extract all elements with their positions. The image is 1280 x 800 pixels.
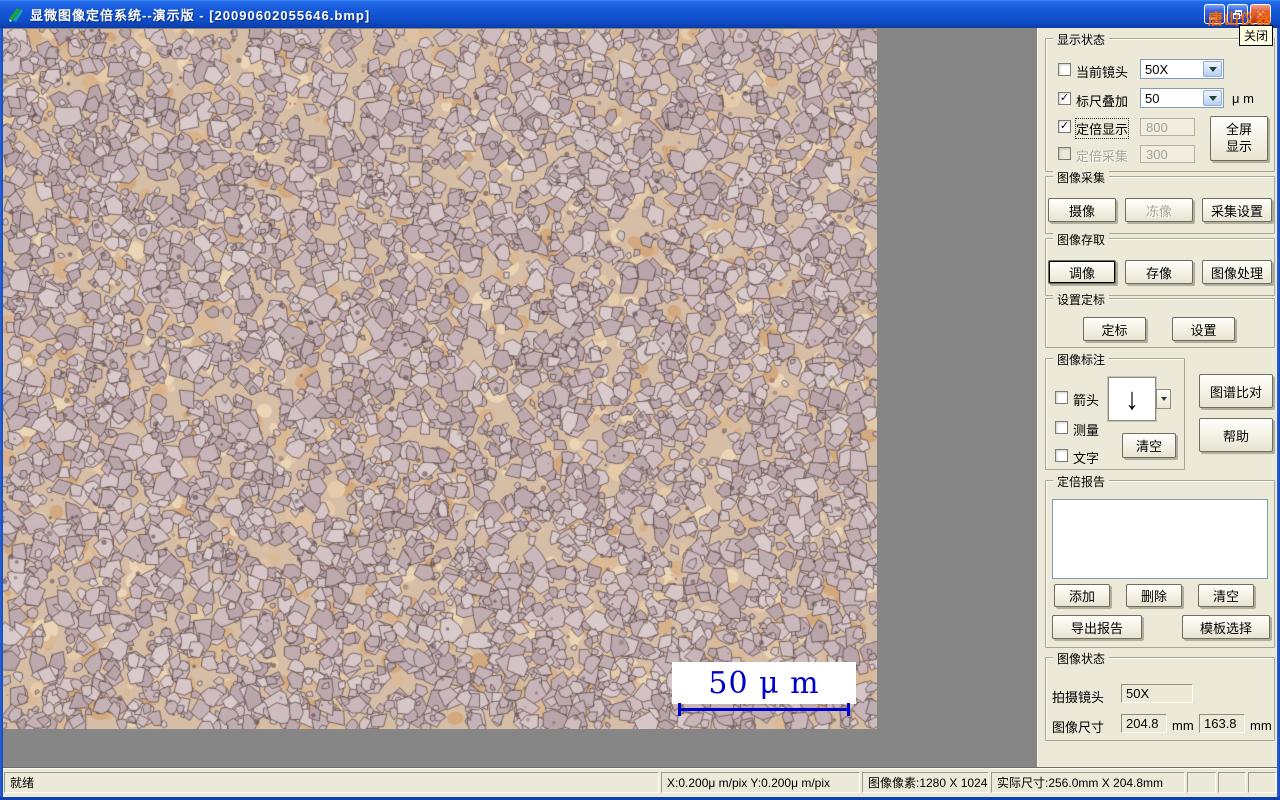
arrow-style-preview[interactable]: ↓ [1108,377,1156,421]
label-fixed-capture: 定倍采集 [1076,149,1129,164]
calibrate-button[interactable]: 定标 [1083,317,1146,341]
micrograph-image[interactable] [3,29,877,729]
capture-settings-button[interactable]: 采集设置 [1202,198,1272,222]
scale-bar-label: 50 μ m [708,665,820,701]
group-report-legend: 定倍报告 [1053,473,1110,490]
scale-bar-line [678,703,850,716]
checkbox-fixed-display[interactable]: ✓ [1058,120,1071,133]
atlas-compare-button[interactable]: 图谱比对 [1199,374,1273,408]
checkbox-measure[interactable] [1055,421,1068,434]
title-bar[interactable]: 显微图像定倍系统--演示版 - [20090602055646.bmp] × 唐… [0,0,1280,28]
export-report-button[interactable]: 导出报告 [1052,615,1142,639]
label-image-size: 图像尺寸 [1052,720,1105,735]
restore-icon [1232,9,1243,19]
field-image-width: 204.8 [1121,714,1167,733]
group-storage-legend: 图像存取 [1053,231,1110,248]
label-shooting-lens: 拍摄镜头 [1052,690,1105,705]
status-bar: 就绪 X:0.200μ m/pix Y:0.200μ m/pix 图像像素:12… [3,768,1277,798]
micrograph-viewport[interactable]: 50 μ m [3,29,877,729]
field-image-height: 163.8 [1199,714,1245,733]
label-arrow: 箭头 [1073,393,1100,408]
minimize-icon [1209,17,1217,20]
checkbox-arrow[interactable] [1055,391,1068,404]
status-spare-2 [1218,772,1246,793]
close-button[interactable]: × [1250,4,1271,24]
chevron-down-icon [1160,397,1167,401]
annotation-clear-button[interactable]: 清空 [1122,433,1176,458]
edit-fixed-display: 800 [1140,118,1195,136]
close-icon: × [1256,6,1265,22]
group-image-status-legend: 图像状态 [1053,650,1110,667]
chevron-down-icon[interactable] [1203,61,1222,77]
label-fixed-display: 定倍显示 [1074,118,1130,139]
report-add-button[interactable]: 添加 [1054,584,1110,607]
close-tooltip: 关闭 [1239,25,1274,46]
group-display-status-legend: 显示状态 [1053,31,1110,48]
report-delete-button[interactable]: 删除 [1126,584,1182,607]
label-ruler-unit: μ m [1232,91,1254,106]
status-ready: 就绪 [4,772,659,793]
combo-ruler-value[interactable]: 50 [1140,88,1224,108]
label-width-unit: mm [1172,718,1194,733]
group-calibration: 设置定标 定标 设置 [1045,291,1275,348]
checkbox-ruler-overlay[interactable]: ✓ [1058,92,1071,105]
minimize-button[interactable] [1204,4,1225,24]
checkbox-text[interactable] [1055,449,1068,462]
report-listbox[interactable] [1052,499,1268,579]
shoot-button[interactable]: 摄像 [1048,198,1116,222]
freeze-button: 冻像 [1125,198,1193,222]
window-border-left [0,28,3,800]
window-title: 显微图像定倍系统--演示版 - [20090602055646.bmp] [30,8,371,23]
combo-current-lens-value: 50X [1145,61,1169,77]
application-window: 显微图像定倍系统--演示版 - [20090602055646.bmp] × 唐… [0,0,1280,800]
chevron-down-icon[interactable] [1203,90,1222,106]
status-spare-1 [1187,772,1216,793]
save-image-button[interactable]: 存像 [1125,260,1193,284]
scale-bar-label-box: 50 μ m [672,662,856,704]
report-clear-button[interactable]: 清空 [1198,584,1254,607]
edit-fixed-capture: 300 [1140,145,1195,163]
image-process-button[interactable]: 图像处理 [1202,260,1272,284]
label-ruler-overlay: 标尺叠加 [1076,94,1129,109]
checkmark: ✓ [1059,92,1070,104]
group-capture: 图像采集 摄像 冻像 采集设置 [1045,169,1275,234]
checkmark: ✓ [1059,120,1070,132]
label-current-lens: 当前镜头 [1076,65,1129,80]
field-shooting-lens: 50X [1121,684,1193,703]
control-panel: 显示状态 当前镜头 50X ✓ 标尺叠加 50 μ m ✓ 定倍显示 800 定… [1037,28,1278,768]
arrow-style-dropdown-button[interactable] [1156,389,1171,409]
combo-current-lens[interactable]: 50X [1140,59,1224,79]
group-calibration-legend: 设置定标 [1053,291,1110,308]
template-select-button[interactable]: 模板选择 [1182,615,1270,639]
group-image-status: 图像状态 拍摄镜头 50X 图像尺寸 204.8 mm 163.8 mm [1045,650,1275,741]
status-actual-size: 实际尺寸:256.0mm X 204.8mm [991,772,1185,793]
checkbox-fixed-capture [1058,147,1071,160]
fullscreen-button[interactable]: 全屏 显示 [1210,116,1268,161]
group-storage: 图像存取 调像 存像 图像处理 [1045,231,1275,296]
app-logo-icon [9,8,23,22]
group-annotation-legend: 图像标注 [1053,351,1110,368]
checkbox-current-lens[interactable] [1058,63,1071,76]
group-annotation: 图像标注 箭头 ↓ 测量 文字 清空 [1045,351,1185,470]
load-image-button[interactable]: 调像 [1048,260,1116,284]
label-measure: 测量 [1073,423,1100,438]
fullscreen-button-line1: 全屏 [1225,121,1252,137]
label-height-unit: mm [1250,718,1272,733]
help-button[interactable]: 帮助 [1199,418,1273,452]
restore-button[interactable] [1227,4,1248,24]
combo-ruler-value-text: 50 [1145,90,1160,106]
status-pixel-scale: X:0.200μ m/pix Y:0.200μ m/pix [661,772,860,793]
group-capture-legend: 图像采集 [1053,169,1110,186]
label-text: 文字 [1073,451,1100,466]
group-display-status: 显示状态 当前镜头 50X ✓ 标尺叠加 50 μ m ✓ 定倍显示 800 定… [1045,31,1275,172]
status-image-pixels: 图像像素:1280 X 1024 [862,772,989,793]
group-report: 定倍报告 添加 删除 清空 导出报告 模板选择 [1045,473,1275,648]
calibration-setup-button[interactable]: 设置 [1172,317,1235,341]
arrow-down-glyph: ↓ [1125,381,1139,416]
status-spare-3 [1248,772,1276,793]
fullscreen-button-line2: 显示 [1225,138,1252,154]
